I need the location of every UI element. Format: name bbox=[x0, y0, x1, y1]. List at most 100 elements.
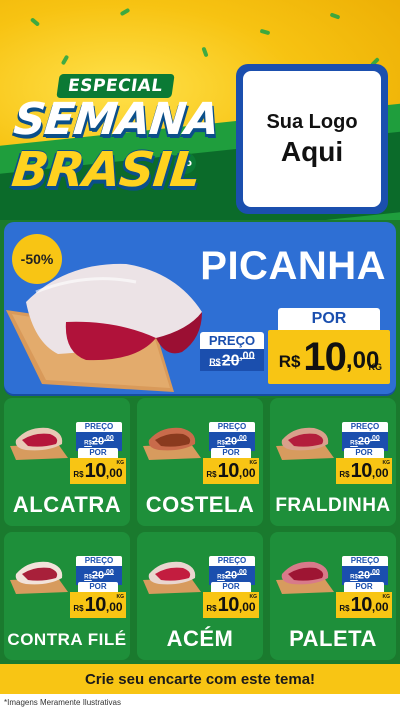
confetti bbox=[201, 46, 209, 58]
product-image bbox=[276, 427, 334, 460]
new-cents: ,00 bbox=[371, 600, 389, 614]
old-price-tag: PREÇO R$20,00 bbox=[342, 422, 388, 451]
unit-label: KG bbox=[116, 460, 125, 466]
old-int: 20 bbox=[224, 569, 238, 582]
old-cents: ,00 bbox=[370, 569, 380, 576]
new-int: 10 bbox=[217, 593, 240, 616]
unit-label: KG bbox=[382, 594, 391, 600]
product-image bbox=[10, 561, 68, 594]
featured-offer: -50% PICANHA PREÇO R$20,00 POR R$ 10 ,00… bbox=[4, 222, 396, 394]
product-card: PREÇO R$20,00 POR R$ 10,00 KG PALETA bbox=[270, 532, 396, 660]
new-currency: R$ bbox=[206, 603, 217, 613]
new-price-tag: POR R$ 10,00 KG bbox=[203, 582, 259, 618]
new-cents: ,00 bbox=[105, 466, 123, 480]
product-name: ALCATRA bbox=[12, 492, 122, 517]
unit-label: KG bbox=[249, 460, 258, 466]
old-currency: R$ bbox=[350, 440, 358, 447]
old-price-tag: PREÇO R$20,00 bbox=[76, 556, 122, 585]
new-price-tag: POR R$ 10,00 KG bbox=[336, 582, 392, 618]
old-currency: R$ bbox=[217, 574, 225, 581]
product-card: PREÇO R$20,00 POR R$ 10,00 KG COSTELA bbox=[137, 398, 263, 526]
flyer: ESPECIAL SEMANA do BRASIL Sua Logo Aqui … bbox=[0, 0, 400, 711]
old-cents: ,00 bbox=[237, 569, 247, 576]
new-currency: R$ bbox=[73, 469, 84, 479]
confetti bbox=[259, 28, 271, 36]
old-cents: ,00 bbox=[104, 569, 114, 576]
old-price-label: PREÇO bbox=[209, 556, 255, 566]
new-price-label: POR bbox=[78, 582, 118, 592]
old-price-tag: PREÇO R$20,00 bbox=[76, 422, 122, 451]
confetti bbox=[119, 7, 131, 17]
new-price-tag: POR R$ 10,00 KG bbox=[70, 448, 126, 484]
old-cents: ,00 bbox=[104, 435, 114, 442]
product-name: COSTELA bbox=[145, 492, 255, 517]
old-price-tag: PREÇO R$20,00 bbox=[209, 422, 255, 451]
new-price-label: POR bbox=[211, 582, 251, 592]
new-price-label: POR bbox=[344, 582, 384, 592]
new-price-value: R$ 10,00 KG bbox=[336, 458, 392, 484]
store-logo-placeholder: Sua Logo Aqui bbox=[236, 64, 388, 214]
product-card: PREÇO R$20,00 POR R$ 10,00 KG CONTRA FILÉ bbox=[4, 532, 130, 660]
product-name: ACÉM bbox=[166, 626, 234, 651]
old-currency: R$ bbox=[84, 574, 92, 581]
product-image bbox=[143, 427, 201, 460]
old-currency: R$ bbox=[84, 440, 92, 447]
old-price-label: PREÇO bbox=[76, 422, 122, 432]
product-card: PREÇO R$20,00 POR R$ 10,00 KG FRALDINHA bbox=[270, 398, 396, 526]
new-currency: R$ bbox=[206, 469, 217, 479]
new-price-tag: POR R$ 10,00 KG bbox=[336, 448, 392, 484]
old-price-label: PREÇO bbox=[209, 422, 255, 432]
old-int: 20 bbox=[357, 435, 371, 448]
product-image bbox=[10, 427, 68, 460]
discount-badge: -50% bbox=[12, 234, 62, 284]
new-price-label: POR bbox=[78, 448, 118, 458]
old-price-tag: PREÇO R$20,00 bbox=[209, 556, 255, 585]
featured-product-name: PICANHA bbox=[200, 244, 386, 288]
campaign-logo: ESPECIAL SEMANA do BRASIL bbox=[8, 74, 230, 204]
new-price-tag: POR R$ 10 ,00 KG bbox=[268, 308, 390, 386]
new-price-value: R$ 10,00 KG bbox=[203, 458, 259, 484]
semana-text: SEMANA bbox=[11, 94, 222, 145]
new-price-tag: POR R$ 10,00 KG bbox=[70, 582, 126, 618]
logo-inner: Sua Logo Aqui bbox=[243, 71, 381, 207]
cta-banner: Crie seu encarte com este tema! bbox=[0, 664, 400, 694]
new-int: 10 bbox=[350, 459, 373, 482]
old-price-label: PREÇO bbox=[342, 422, 388, 432]
header: ESPECIAL SEMANA do BRASIL Sua Logo Aqui bbox=[0, 0, 400, 220]
old-price-label: PREÇO bbox=[200, 332, 264, 349]
new-cents: ,00 bbox=[105, 600, 123, 614]
old-currency: R$ bbox=[209, 357, 221, 368]
new-price-label: POR bbox=[211, 448, 251, 458]
new-price-value: R$ 10,00 KG bbox=[203, 592, 259, 618]
old-int: 20 bbox=[91, 435, 105, 448]
unit-label: KG bbox=[116, 594, 125, 600]
product-name: PALETA bbox=[289, 626, 377, 651]
new-int: 10 bbox=[303, 334, 346, 379]
new-price-value: R$ 10,00 KG bbox=[336, 592, 392, 618]
new-currency: R$ bbox=[278, 352, 301, 371]
old-cents: ,00 bbox=[370, 435, 380, 442]
confetti bbox=[60, 54, 70, 66]
unit-label: KG bbox=[368, 362, 383, 372]
unit-label: KG bbox=[382, 460, 391, 466]
new-price-tag: POR R$ 10,00 KG bbox=[203, 448, 259, 484]
old-price-label: PREÇO bbox=[342, 556, 388, 566]
old-int: 20 bbox=[224, 435, 238, 448]
old-price-tag: PREÇO R$20,00 bbox=[342, 556, 388, 585]
product-name: CONTRA FILÉ bbox=[7, 630, 127, 649]
brasil-text: BRASIL bbox=[9, 142, 203, 198]
disclaimer: *Imagens Meramente Ilustrativas bbox=[0, 694, 400, 711]
confetti bbox=[329, 12, 341, 20]
old-cents: ,00 bbox=[239, 350, 255, 362]
product-name: FRALDINHA bbox=[275, 495, 391, 516]
new-currency: R$ bbox=[339, 469, 350, 479]
new-currency: R$ bbox=[339, 603, 350, 613]
logo-line-2: Aqui bbox=[280, 135, 344, 167]
new-price-label: POR bbox=[278, 308, 380, 330]
new-cents: ,00 bbox=[238, 600, 256, 614]
old-int: 20 bbox=[221, 352, 240, 370]
new-int: 10 bbox=[84, 593, 107, 616]
product-card: PREÇO R$20,00 POR R$ 10,00 KG ALCATRA bbox=[4, 398, 130, 526]
old-int: 20 bbox=[357, 569, 371, 582]
old-price-label: PREÇO bbox=[76, 556, 122, 566]
